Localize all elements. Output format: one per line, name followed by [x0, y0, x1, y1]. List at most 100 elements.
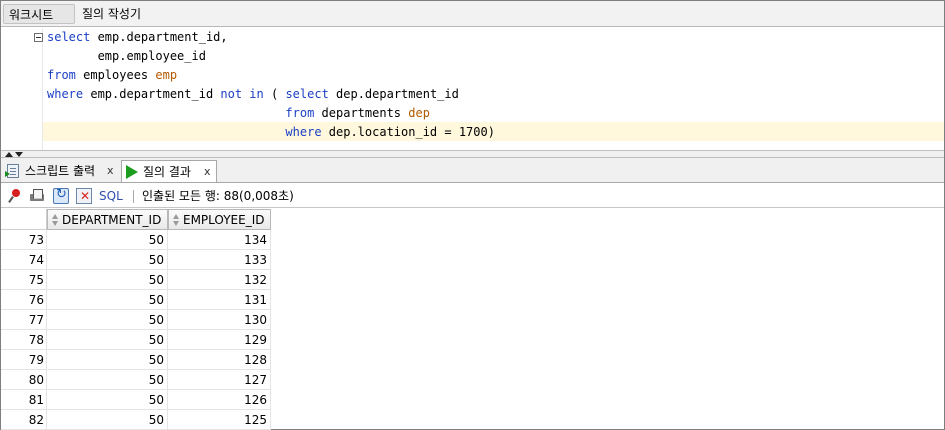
department-id-cell[interactable]: 50: [47, 330, 168, 350]
row-number-cell[interactable]: 75: [1, 270, 47, 290]
employee-id-cell[interactable]: 130: [168, 310, 271, 330]
row-number-cell[interactable]: 80: [1, 370, 47, 390]
code-token: from: [285, 106, 315, 120]
close-query-result-button[interactable]: x: [204, 161, 211, 183]
table-row[interactable]: 77 50 130: [1, 310, 271, 330]
row-number-header: [1, 209, 47, 230]
department-id-cell[interactable]: 50: [47, 350, 168, 370]
column-header-employee-id[interactable]: EMPLOYEE_ID: [168, 209, 271, 230]
code-line[interactable]: select emp.department_id,: [47, 28, 228, 47]
code-line[interactable]: where dep.location_id = 1700): [47, 123, 495, 142]
code-token: dep.department_id: [328, 87, 459, 101]
table-row[interactable]: 81 50 126: [1, 390, 271, 410]
employee-id-cell[interactable]: 129: [168, 330, 271, 350]
result-toolbar: SQL 인출된 모든 행: 88(0,008초): [1, 184, 944, 208]
code-token: dep: [408, 106, 430, 120]
worksheet-tab-bar: 워크시트 질의 작성기: [1, 1, 944, 27]
result-grid[interactable]: DEPARTMENT_ID EMPLOYEE_ID 73 50 134 74 50 133…: [1, 209, 944, 430]
panel-splitter[interactable]: [1, 150, 944, 158]
code-token: not in: [220, 87, 264, 101]
editor-gutter: [1, 28, 33, 150]
employee-id-cell[interactable]: 125: [168, 410, 271, 430]
employee-id-cell[interactable]: 127: [168, 370, 271, 390]
tab-query-builder[interactable]: 질의 작성기: [77, 4, 146, 24]
code-token: emp: [155, 68, 178, 82]
code-token: select: [47, 30, 91, 44]
code-line[interactable]: from employees emp: [47, 66, 177, 85]
tab-query-result-label: 질의 결과: [143, 165, 191, 179]
row-number-cell[interactable]: 82: [1, 410, 47, 430]
table-row[interactable]: 73 50 134: [1, 230, 271, 250]
row-number-cell[interactable]: 81: [1, 390, 47, 410]
sort-icon[interactable]: [52, 214, 59, 227]
table-row[interactable]: 75 50 132: [1, 270, 271, 290]
code-token: emp.department_id: [83, 87, 221, 101]
table-row[interactable]: 76 50 131: [1, 290, 271, 310]
employee-id-cell[interactable]: 132: [168, 270, 271, 290]
code-token: select: [285, 87, 329, 101]
row-number-cell[interactable]: 77: [1, 310, 47, 330]
code-token: ): [487, 125, 495, 139]
column-header-department-id[interactable]: DEPARTMENT_ID: [47, 209, 168, 230]
pin-icon[interactable]: [7, 188, 23, 204]
code-token: emp.employee_id: [47, 49, 206, 63]
code-token: employees: [75, 68, 156, 82]
employee-id-cell[interactable]: 126: [168, 390, 271, 410]
table-row[interactable]: 74 50 133: [1, 250, 271, 270]
department-id-cell[interactable]: 50: [47, 290, 168, 310]
code-token: 1700: [458, 125, 488, 139]
department-id-cell[interactable]: 50: [47, 410, 168, 430]
row-number-cell[interactable]: 76: [1, 290, 47, 310]
table-row[interactable]: 78 50 129: [1, 330, 271, 350]
department-id-cell[interactable]: 50: [47, 270, 168, 290]
code-token: dep.location_id =: [321, 125, 459, 139]
code-line[interactable]: emp.employee_id: [47, 47, 206, 66]
department-id-cell[interactable]: 50: [47, 230, 168, 250]
department-id-cell[interactable]: 50: [47, 370, 168, 390]
clear-results-icon[interactable]: [76, 188, 92, 204]
department-id-cell[interactable]: 50: [47, 390, 168, 410]
table-row[interactable]: 79 50 128: [1, 350, 271, 370]
fetch-status: 인출된 모든 행: 88(0,008초): [142, 189, 294, 203]
code-token: emp.department_id,: [90, 30, 228, 44]
script-output-icon: [5, 164, 19, 178]
table-row[interactable]: 82 50 125: [1, 410, 271, 430]
close-script-output-button[interactable]: x: [107, 160, 114, 182]
employee-id-cell[interactable]: 128: [168, 350, 271, 370]
sort-icon[interactable]: [173, 214, 180, 227]
employee-id-cell[interactable]: 133: [168, 250, 271, 270]
code-token: where: [285, 125, 322, 139]
row-number-cell[interactable]: 78: [1, 330, 47, 350]
refresh-icon[interactable]: [53, 187, 69, 204]
employee-id-cell[interactable]: 134: [168, 230, 271, 250]
tab-script-output-label: 스크립트 출력: [25, 164, 96, 178]
row-number-cell[interactable]: 74: [1, 250, 47, 270]
row-number-cell[interactable]: 79: [1, 350, 47, 370]
splitter-up-arrow-icon[interactable]: [5, 152, 13, 157]
tab-script-output[interactable]: 스크립트 출력 x: [5, 160, 117, 182]
code-token: departments: [314, 106, 409, 120]
print-icon[interactable]: [29, 188, 45, 204]
toolbar-separator: [133, 190, 134, 203]
tab-worksheet[interactable]: 워크시트: [3, 4, 75, 24]
table-row[interactable]: 80 50 127: [1, 370, 271, 390]
department-id-cell[interactable]: 50: [47, 310, 168, 330]
run-query-icon: [126, 165, 138, 179]
sql-button[interactable]: SQL: [99, 188, 123, 204]
result-tab-bar: 스크립트 출력 x 질의 결과 x: [1, 158, 944, 183]
sql-editor[interactable]: select emp.department_id, emp.employee_i…: [1, 28, 944, 150]
code-line[interactable]: from departments dep: [47, 104, 430, 123]
column-header-label: EMPLOYEE_ID: [183, 213, 265, 227]
splitter-down-arrow-icon[interactable]: [15, 152, 23, 157]
code-token: from: [47, 68, 76, 82]
tab-query-result[interactable]: 질의 결과 x: [121, 160, 217, 182]
code-token: where: [47, 87, 84, 101]
department-id-cell[interactable]: 50: [47, 250, 168, 270]
code-line[interactable]: where emp.department_id not in ( select …: [47, 85, 459, 104]
column-header-label: DEPARTMENT_ID: [62, 213, 162, 227]
row-number-cell[interactable]: 73: [1, 230, 47, 250]
fold-collapse-icon[interactable]: [34, 33, 43, 42]
employee-id-cell[interactable]: 131: [168, 290, 271, 310]
